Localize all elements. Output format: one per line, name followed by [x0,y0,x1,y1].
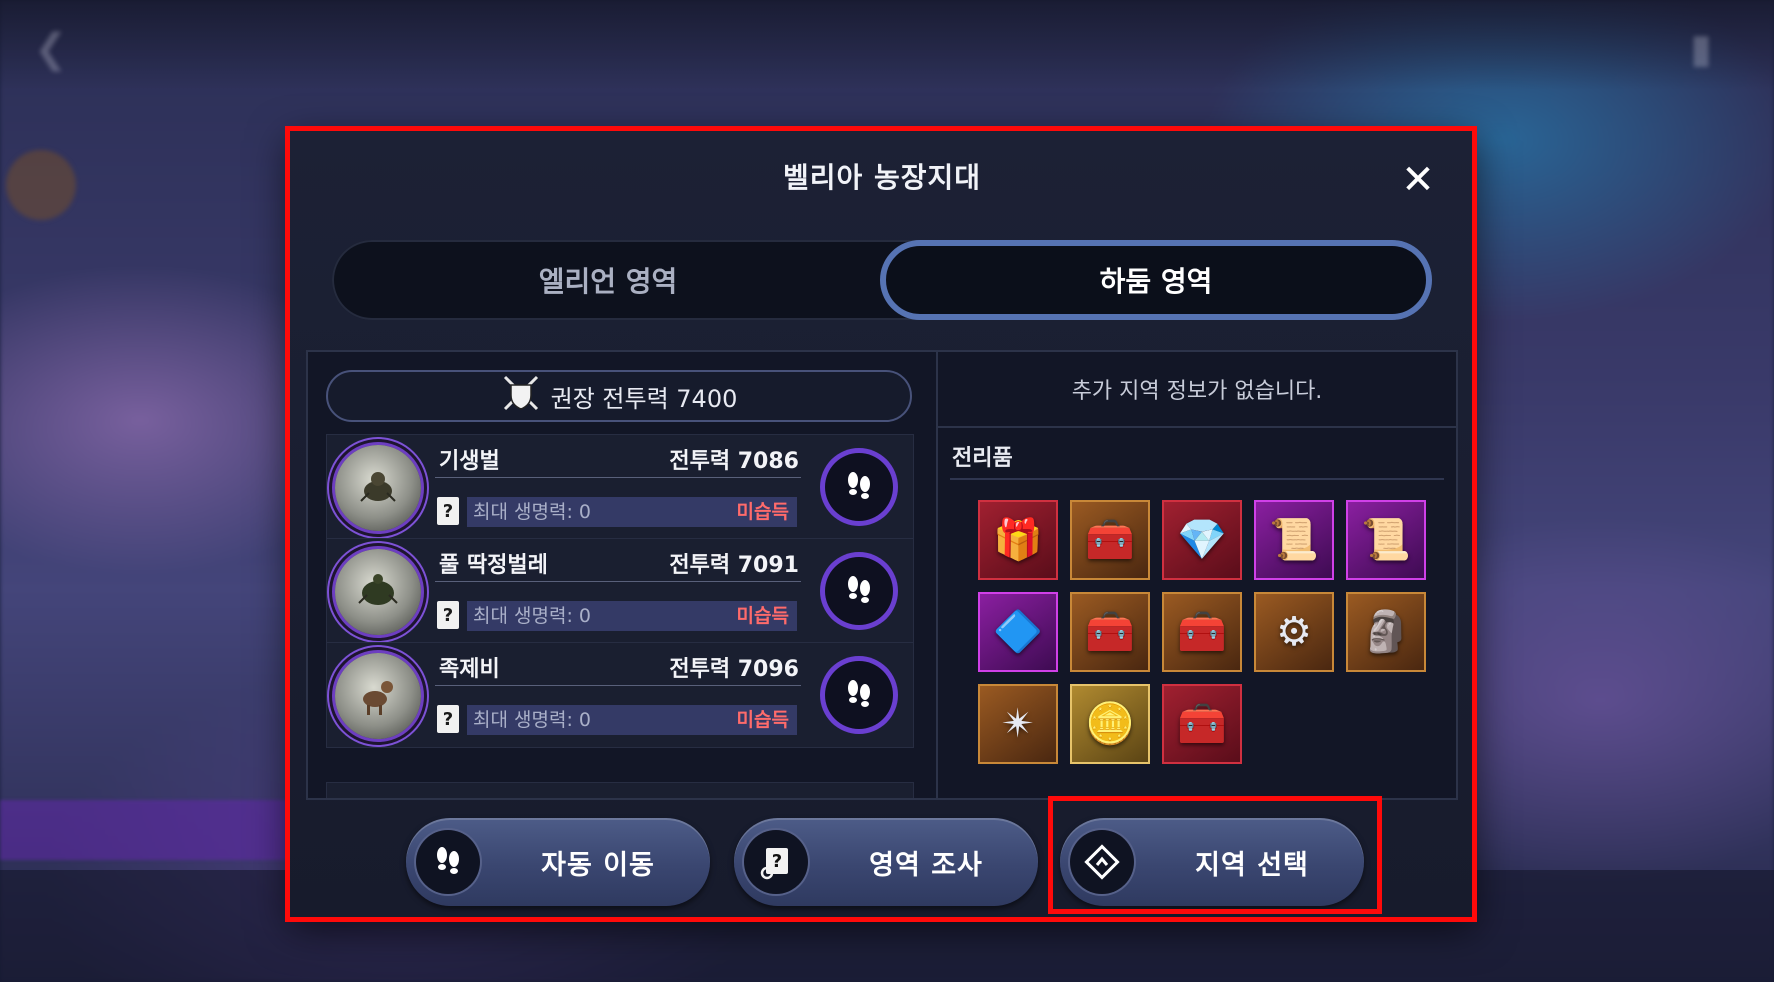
close-icon[interactable]: ✕ [1398,160,1438,200]
modal-title: 벨리아 농장지대 [782,161,982,194]
rune-scroll-icon: 📜 [1361,517,1411,563]
auto-move-button[interactable]: 자동 이동 [406,818,710,906]
emblem-crest-icon: ✴ [1001,701,1035,747]
tab-hadum-region[interactable]: 하둠 영역 [880,240,1432,320]
background-minimap-button [6,150,76,220]
loot-item[interactable]: 🧰 [1070,592,1150,672]
footsteps-move-button[interactable] [825,453,893,521]
crystal-statue-icon: 🗿 [1361,609,1411,655]
monster-portrait [335,549,421,635]
loot-item[interactable]: 🎁 [978,500,1058,580]
monster-stat-bar: 최대 생명력: 0 미습득 [467,601,797,631]
loot-item[interactable]: 📜 [1346,500,1426,580]
background-quest-bar [0,800,300,860]
divider [435,685,801,686]
footsteps-icon [848,472,870,499]
region-tabs: 엘리언 영역 하둠 영역 [332,240,1432,320]
divider [950,478,1444,480]
footsteps-icon [416,830,480,894]
footsteps-icon [848,576,870,603]
monster-stat-bar: 최대 생명력: 0 미습득 [467,705,797,735]
region-info-modal: 벨리아 농장지대 ✕ 엘리언 영역 하둠 영역 권장 전투력 7400 기생벌 … [288,130,1476,920]
monster-stat: 최대 생명력: 0 [473,501,591,523]
region-select-label: 지역 선택 [1195,849,1309,881]
monster-row-partial[interactable] [326,782,914,798]
red-chest-icon: 🧰 [1085,609,1135,655]
loot-item[interactable]: 🔷 [978,592,1058,672]
acquisition-status: 미습득 [736,709,789,731]
region-info-column: 추가 지역 정보가 없습니다. 전리품 🎁 🧰 💎 📜 📜 🔷 🧰 🧰 ⚙ 🗿 ✴ 🪙 🧰 [936,352,1458,798]
monster-stat: 최대 생명력: 0 [473,605,591,627]
crossed-swords-shield-icon [501,373,541,419]
footsteps-move-button[interactable] [825,661,893,729]
monster-row[interactable]: 족제비 전투력 7096 ? 최대 생명력: 0 미습득 [326,642,914,748]
background-top-bar [0,0,1774,90]
loot-item[interactable]: ⚙ [1254,592,1334,672]
auto-move-label: 자동 이동 [541,849,655,881]
monster-row[interactable]: 기생벌 전투력 7086 ? 최대 생명력: 0 미습득 [326,434,914,540]
red-jewel-box-icon: 🎁 [993,517,1043,563]
monster-stat-bar: 최대 생명력: 0 미습득 [467,497,797,527]
acquisition-status: 미습득 [736,501,789,523]
footsteps-icon [848,680,870,707]
loot-item[interactable]: ✴ [978,684,1058,764]
area-survey-label: 영역 조사 [869,849,983,881]
monster-list: 권장 전투력 7400 기생벌 전투력 7086 ? 최대 생명력: 0 미습득 [308,352,938,798]
gem-chest-icon: 🧰 [1085,517,1135,563]
monster-name: 풀 딱정벌레 [439,553,548,578]
monster-row[interactable]: 풀 딱정벌레 전투력 7091 ? 최대 생명력: 0 미습득 [326,538,914,644]
scroll-icon: 📜 [1269,517,1319,563]
loot-item[interactable]: 🧰 [1162,684,1242,764]
divider [435,477,801,478]
region-select-button[interactable]: 지역 선택 [1060,818,1364,906]
loot-title: 전리품 [952,446,1013,471]
divider [435,581,801,582]
treasure-chest-icon: 🧰 [1177,609,1227,655]
unknown-book-icon: ? [437,601,459,629]
monster-stat: 최대 생명력: 0 [473,709,591,731]
background-menu-icon: ▮ [1690,26,1713,72]
loot-item[interactable]: 💎 [1162,500,1242,580]
unknown-book-icon: ? [437,497,459,525]
area-survey-button[interactable]: ? 영역 조사 [734,818,1038,906]
monster-power: 전투력 7086 [669,449,799,474]
loot-grid: 🎁 🧰 💎 📜 📜 🔷 🧰 🧰 ⚙ 🗿 ✴ 🪙 🧰 [978,500,1438,764]
svg-text:?: ? [772,851,782,872]
tab-elian-region[interactable]: 엘리언 영역 [332,240,884,320]
survey-book-icon: ? [744,830,808,894]
loot-item[interactable]: 🪙 [1070,684,1150,764]
monster-portrait [335,653,421,739]
region-content-panel: 권장 전투력 7400 기생벌 전투력 7086 ? 최대 생명력: 0 미습득 [306,350,1458,800]
loot-item[interactable]: 📜 [1254,500,1334,580]
monster-name: 족제비 [439,657,500,682]
recommended-power-badge: 권장 전투력 7400 [326,370,912,422]
waypoint-diamond-icon [1070,830,1134,894]
monster-power: 전투력 7091 [669,553,799,578]
blue-crystal-icon: 🔷 [993,609,1043,655]
unknown-book-icon: ? [437,705,459,733]
monster-power: 전투력 7096 [669,657,799,682]
purple-crystal-icon: 💎 [1177,517,1227,563]
recommended-power-label: 권장 전투력 7400 [550,384,738,413]
loot-item[interactable]: 🧰 [1070,500,1150,580]
dark-chest-icon: 🧰 [1177,701,1227,747]
disc-token-icon: ⚙ [1276,609,1312,655]
background-back-icon: ❮ [34,26,68,72]
monster-portrait [335,445,421,531]
region-info-text: 추가 지역 정보가 없습니다. [936,352,1458,428]
footsteps-move-button[interactable] [825,557,893,625]
loot-item[interactable]: 🗿 [1346,592,1426,672]
gold-coin-icon: 🪙 [1085,701,1135,747]
acquisition-status: 미습득 [736,605,789,627]
monster-name: 기생벌 [439,449,500,474]
loot-item[interactable]: 🧰 [1162,592,1242,672]
